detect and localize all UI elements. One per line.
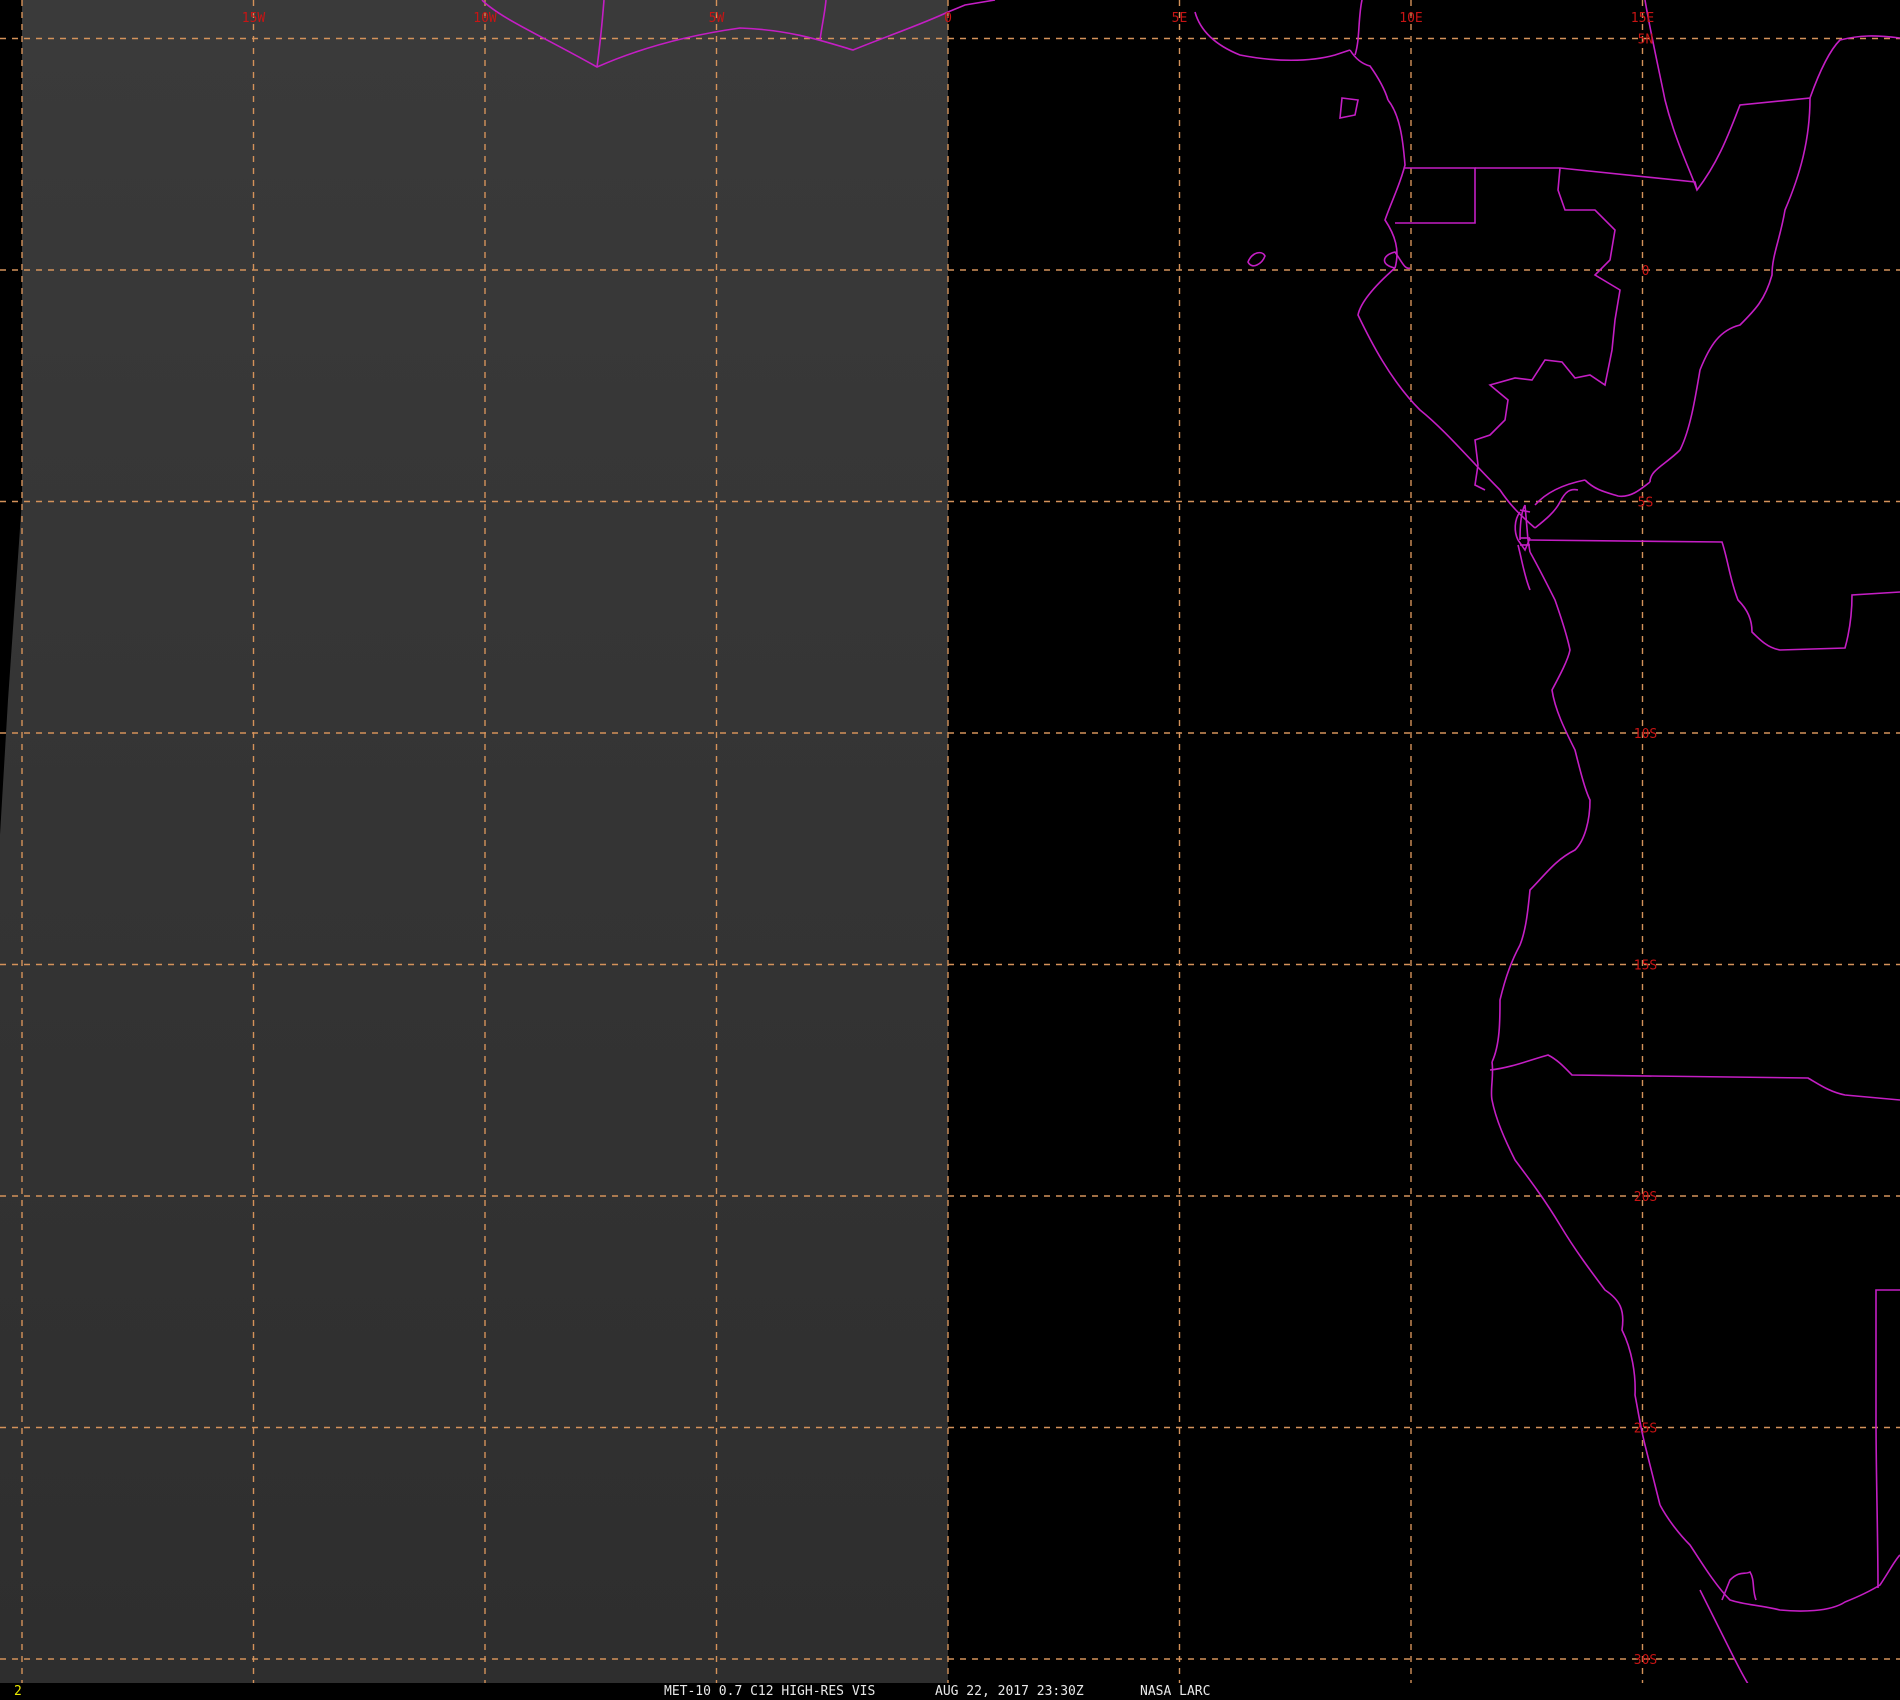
lat-lon-grid [0,0,1900,1683]
longitude-label: 0 [944,11,952,26]
product-label: MET-10 0.7 C12 HIGH-RES VIS [664,1684,876,1699]
latitude-label: 25S [1634,1422,1657,1437]
map-overlay: 15W 10W 5W 0 5E 10E 15E 5N 0 5S 10S 15S 20S 25S 30S [0,0,1900,1700]
grid-labels: 15W 10W 5W 0 5E 10E 15E 5N 0 5S 10S 15S 20S 25S 30S [242,11,1657,1668]
latitude-label: 20S [1634,1190,1657,1205]
latitude-label: 0 [1642,264,1650,279]
longitude-label: 15W [242,11,266,26]
latitude-label: 5N [1638,33,1654,48]
latitude-label: 10S [1634,727,1657,742]
longitude-label: 10W [473,11,497,26]
latitude-label: 30S [1634,1653,1657,1668]
coastline-and-borders [481,0,1900,1700]
latitude-label: 5S [1638,496,1654,511]
source-label: NASA LARC [1140,1684,1211,1699]
datetime-label: AUG 22, 2017 23:30Z [935,1684,1084,1699]
status-bar: 2 MET-10 0.7 C12 HIGH-RES VIS AUG 22, 20… [0,1683,1900,1700]
longitude-label: 5W [709,11,725,26]
satellite-map-viewport: 15W 10W 5W 0 5E 10E 15E 5N 0 5S 10S 15S 20S 25S 30S 2 … [0,0,1900,1700]
longitude-label: 15E [1631,11,1654,26]
longitude-label: 5E [1172,11,1188,26]
longitude-label: 10E [1399,11,1422,26]
latitude-label: 15S [1634,959,1657,974]
frame-number: 2 [14,1684,22,1699]
